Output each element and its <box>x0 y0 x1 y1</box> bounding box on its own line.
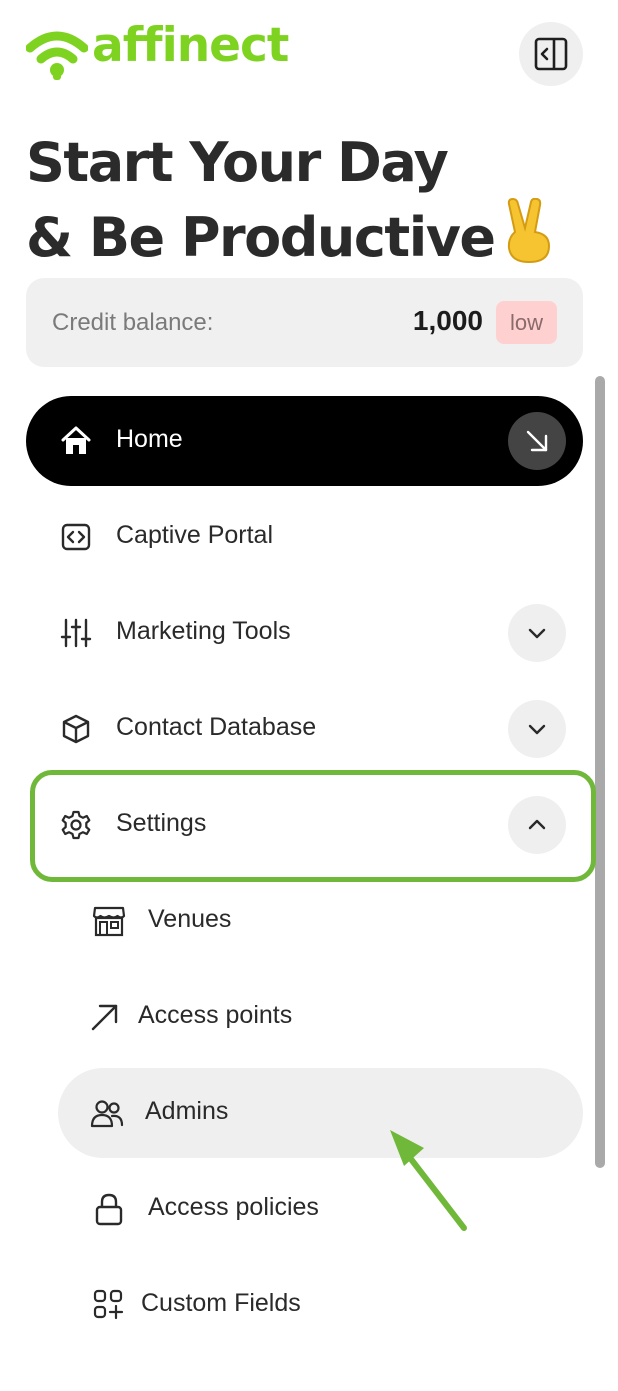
nav-item-contact-database-label: Contact Database <box>116 713 317 741</box>
contact-database-expand-button[interactable] <box>508 700 566 758</box>
nav-item-marketing-tools[interactable]: Marketing Tools <box>26 588 583 678</box>
sidebar-collapse-button[interactable] <box>519 22 583 86</box>
nav-item-captive-portal[interactable]: Captive Portal <box>26 492 583 582</box>
credit-balance-value: 1,000 <box>412 305 483 336</box>
home-icon <box>61 426 91 454</box>
chevron-down-icon <box>528 628 546 639</box>
sub-item-label: Access policies <box>148 1193 319 1221</box>
arrow-up-right-icon <box>91 1004 118 1031</box>
sub-item-partial <box>100 1378 200 1391</box>
nav-item-captive-portal-label: Captive Portal <box>116 521 274 549</box>
cube-icon <box>62 714 90 744</box>
sub-item-access-policies[interactable]: Access policies <box>58 1164 583 1254</box>
nav-item-home-label: Home <box>116 425 183 453</box>
marketing-tools-expand-button[interactable] <box>508 604 566 662</box>
brand-name: affinect <box>92 18 289 73</box>
annotation-arrow-icon <box>390 1130 467 1231</box>
nav-item-marketing-tools-label: Marketing Tools <box>116 617 291 645</box>
sub-item-access-points[interactable]: Access points <box>58 972 583 1062</box>
arrow-down-right-icon <box>526 430 548 452</box>
settings-highlight-annotation <box>30 770 596 882</box>
credit-balance-card: Credit balance: 1,000 low <box>26 278 583 367</box>
sub-item-custom-fields[interactable]: Custom Fields <box>58 1260 583 1350</box>
credit-status-badge: low <box>496 301 557 344</box>
grid-plus-icon <box>93 1289 124 1320</box>
storefront-icon <box>92 906 126 937</box>
headline-line-2: & Be Productive <box>26 206 496 269</box>
sub-item-label: Custom Fields <box>141 1289 301 1317</box>
home-open-button[interactable] <box>508 412 566 470</box>
wifi-logo-icon <box>26 31 88 80</box>
brand-logo[interactable]: affinect <box>26 18 306 82</box>
sidebar-scrollbar[interactable] <box>595 376 605 1168</box>
sub-item-venues[interactable]: Venues <box>58 876 583 966</box>
sliders-icon <box>60 618 92 648</box>
chevron-down-icon <box>528 724 546 735</box>
users-icon <box>90 1100 124 1128</box>
sub-item-label: Venues <box>148 905 232 933</box>
credit-balance-label: Credit balance: <box>52 309 214 336</box>
page-headline: Start Your Day & Be Productive <box>26 128 606 273</box>
sub-item-label: Access points <box>138 1001 293 1029</box>
sidebar-collapse-icon <box>534 37 568 71</box>
sub-item-label: Admins <box>145 1097 229 1125</box>
sub-item-admins[interactable]: Admins <box>58 1068 583 1158</box>
nav-item-home[interactable]: Home <box>26 396 583 486</box>
nav-item-contact-database[interactable]: Contact Database <box>26 684 583 774</box>
code-icon <box>61 523 91 551</box>
victory-hand-emoji <box>507 198 550 264</box>
headline-line-1: Start Your Day <box>26 131 449 194</box>
lock-icon <box>95 1193 123 1226</box>
